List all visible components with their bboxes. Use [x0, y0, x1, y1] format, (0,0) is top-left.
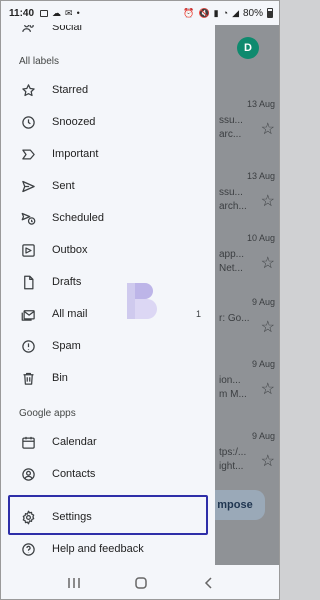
- row-date: 9 Aug: [251, 359, 275, 369]
- drawer-item-label: All mail: [52, 308, 88, 320]
- row-subject: tps:/...: [219, 447, 247, 458]
- back-icon: [204, 577, 212, 589]
- notification-icons: ☁ ✉ •: [40, 8, 80, 19]
- all-labels-header: All labels: [19, 56, 60, 67]
- star-icon: ☆: [260, 121, 275, 138]
- all-mail-icon: [19, 305, 37, 323]
- drawer-item-label: Calendar: [52, 436, 97, 448]
- drawer-item-drafts[interactable]: Drafts: [1, 266, 215, 298]
- drawer-item-label: Snoozed: [52, 116, 96, 128]
- drawer-item-important[interactable]: Important: [1, 138, 215, 170]
- drawer-item-sent[interactable]: Sent: [1, 170, 215, 202]
- gear-icon: [19, 508, 37, 526]
- battery-percentage: 80%: [242, 7, 263, 19]
- drawer-item-label: Settings: [52, 511, 92, 523]
- star-icon: ☆: [260, 255, 275, 272]
- google-apps-header: Google apps: [19, 408, 76, 419]
- drawer-item-settings[interactable]: Settings: [1, 501, 215, 533]
- outbox-icon: [19, 241, 37, 259]
- star-icon: ☆: [260, 381, 275, 398]
- important-icon: [19, 145, 37, 163]
- avatar[interactable]: D: [237, 37, 259, 59]
- row-snippet: ight...: [219, 461, 244, 472]
- drawer-item-label: Bin: [52, 372, 68, 384]
- system-icons: ⏰ 🔇 ▮ ◔ ◢ 80%: [183, 8, 273, 19]
- bin-icon: [19, 369, 37, 387]
- mute-icon: 🔇: [198, 7, 210, 18]
- alarm-icon: ⏰: [183, 7, 195, 18]
- home-button[interactable]: [129, 571, 153, 595]
- drawer-item-scheduled[interactable]: Scheduled: [1, 202, 215, 234]
- row-date: 13 Aug: [246, 171, 275, 181]
- drawer-item-help[interactable]: Help and feedback: [1, 533, 215, 565]
- row-date: 9 Aug: [251, 431, 275, 441]
- drawer-item-label: Scheduled: [52, 212, 104, 224]
- drawer-item-spam[interactable]: Spam: [1, 330, 215, 362]
- clock-icon: [19, 113, 37, 131]
- draft-icon: [19, 273, 37, 291]
- send-icon: [19, 177, 37, 195]
- recent-apps-button[interactable]: [62, 571, 86, 595]
- row-date: 9 Aug: [251, 297, 275, 307]
- cell-signal-icon: ◢: [232, 7, 239, 18]
- home-icon: [135, 577, 147, 589]
- drawer-item-label: Important: [52, 148, 99, 160]
- recents-icon: [68, 578, 81, 588]
- drawer-item-bin[interactable]: Bin: [1, 362, 215, 394]
- drawer-item-starred[interactable]: Starred: [1, 74, 215, 106]
- star-icon: [19, 81, 37, 99]
- drawer-item-contacts[interactable]: Contacts: [1, 458, 215, 490]
- row-date: 13 Aug: [246, 99, 275, 109]
- b-logo-watermark: [127, 283, 157, 319]
- system-navigation-bar: [1, 565, 279, 599]
- star-icon: ☆: [260, 193, 275, 210]
- gallery-notification-icon: [40, 9, 49, 17]
- drawer-item-label: Spam: [52, 340, 81, 352]
- drawer-item-label: Outbox: [52, 244, 88, 256]
- mail-notification-icon: ✉: [65, 7, 73, 18]
- calendar-icon: [19, 433, 37, 451]
- row-subject: ssu...: [219, 115, 243, 126]
- star-icon: ☆: [260, 453, 275, 470]
- drawer-item-label: Contacts: [52, 468, 96, 480]
- row-subject: ion...: [219, 375, 241, 386]
- star-icon: ☆: [260, 319, 275, 336]
- drawer-item-all-mail[interactable]: All mail 1: [1, 298, 215, 330]
- row-snippet: arc...: [219, 129, 242, 140]
- row-date: 10 Aug: [246, 233, 275, 243]
- wifi-icon: ◔: [222, 8, 229, 18]
- screen: 11:40 ☁ ✉ • ⏰ 🔇 ▮ ◔ ◢ 80% 13 Aug ssu... …: [0, 0, 280, 600]
- status-time: 11:40: [9, 7, 35, 19]
- row-snippet: m M...: [219, 389, 247, 400]
- row-subject: ssu...: [219, 187, 243, 198]
- row-subject: app...: [219, 249, 245, 260]
- row-snippet: Net...: [219, 263, 243, 274]
- drawer-item-label: Sent: [52, 180, 75, 192]
- scheduled-icon: [19, 209, 37, 227]
- back-button[interactable]: [196, 571, 220, 595]
- drawer-item-label: Drafts: [52, 276, 82, 288]
- inbox-scrim[interactable]: 13 Aug ssu... arc... ☆ 13 Aug ssu... arc…: [215, 25, 279, 565]
- spam-icon: [19, 337, 37, 355]
- help-icon: [19, 540, 37, 558]
- navigation-drawer: Social All labels Starred Snoozed Import…: [1, 21, 215, 565]
- drawer-item-label: Starred: [52, 84, 89, 96]
- status-bar: 11:40 ☁ ✉ • ⏰ 🔇 ▮ ◔ ◢ 80%: [1, 1, 279, 25]
- drawer-item-snoozed[interactable]: Snoozed: [1, 106, 215, 138]
- row-subject: r: Go...: [219, 313, 250, 324]
- unread-count: 1: [195, 309, 201, 319]
- signal-icon: ▮: [213, 7, 219, 18]
- drawer-item-label: Help and feedback: [52, 543, 144, 555]
- dot-icon: •: [76, 8, 80, 18]
- contacts-icon: [19, 465, 37, 483]
- drawer-item-calendar[interactable]: Calendar: [1, 426, 215, 458]
- battery-icon: [267, 8, 273, 18]
- cloud-icon: ☁: [52, 7, 62, 18]
- drawer-item-outbox[interactable]: Outbox: [1, 234, 215, 266]
- row-snippet: arch...: [219, 201, 247, 212]
